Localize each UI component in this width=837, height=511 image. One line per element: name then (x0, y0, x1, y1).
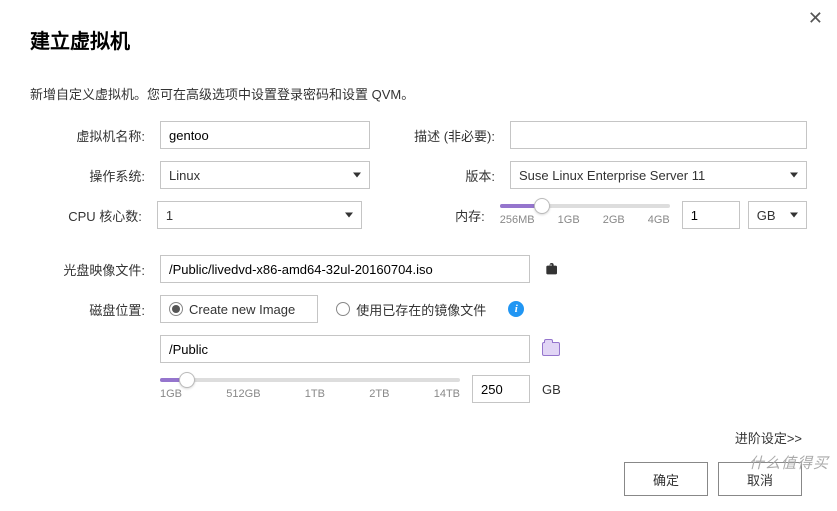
close-icon[interactable]: ✕ (808, 8, 823, 29)
slider-tick: 256MB (500, 214, 535, 226)
os-label: 操作系统: (30, 166, 160, 185)
vm-name-input[interactable] (160, 121, 370, 149)
disk-size-slider[interactable]: 1GB 512GB 1TB 2TB 14TB (160, 378, 460, 400)
slider-tick: 1GB (558, 214, 580, 226)
advanced-settings-link[interactable]: 进阶设定>> (30, 428, 802, 447)
os-select[interactable]: Linux (160, 161, 370, 189)
info-icon[interactable]: i (508, 301, 524, 317)
slider-tick: 2TB (369, 388, 389, 400)
memory-unit-value: GB (757, 208, 776, 223)
cpu-label: CPU 核心数: (30, 206, 157, 225)
cancel-button[interactable]: 取消 (718, 462, 802, 496)
radio-create-new-label: Create new Image (189, 302, 295, 317)
disk-size-unit: GB (542, 382, 561, 397)
dialog-subtitle: 新增自定义虚拟机。您可在高级选项中设置登录密码和设置 QVM。 (30, 84, 807, 103)
disk-size-input[interactable] (472, 375, 530, 403)
memory-label: 内存: (402, 206, 500, 225)
slider-thumb[interactable] (179, 372, 195, 388)
browse-iso-icon[interactable] (542, 260, 560, 278)
description-label: 描述 (非必要): (410, 126, 510, 145)
slider-thumb[interactable] (534, 198, 550, 214)
folder-icon[interactable] (542, 342, 560, 356)
cpu-select[interactable]: 1 (157, 201, 362, 229)
cd-image-input[interactable] (160, 255, 530, 283)
slider-tick: 14TB (434, 388, 460, 400)
slider-tick: 1GB (160, 388, 182, 400)
radio-create-new[interactable]: Create new Image (160, 295, 318, 323)
disk-location-label: 磁盘位置: (30, 300, 160, 319)
slider-tick: 2GB (603, 214, 625, 226)
chevron-down-icon (790, 173, 798, 178)
slider-tick: 512GB (226, 388, 260, 400)
chevron-down-icon (790, 213, 798, 218)
radio-use-existing-label: 使用已存在的镜像文件 (356, 300, 486, 319)
ok-button[interactable]: 确定 (624, 462, 708, 496)
description-input[interactable] (510, 121, 807, 149)
memory-value-input[interactable] (682, 201, 740, 229)
cpu-select-value: 1 (166, 208, 173, 223)
dialog-title: 建立虚拟机 (30, 25, 807, 54)
version-label: 版本: (410, 166, 510, 185)
version-select[interactable]: Suse Linux Enterprise Server 11 (510, 161, 807, 189)
chevron-down-icon (345, 213, 353, 218)
memory-slider[interactable]: 256MB 1GB 2GB 4GB (500, 204, 670, 226)
chevron-down-icon (353, 173, 361, 178)
memory-unit-select[interactable]: GB (748, 201, 807, 229)
version-select-value: Suse Linux Enterprise Server 11 (519, 168, 705, 183)
slider-tick: 4GB (648, 214, 670, 226)
os-select-value: Linux (169, 168, 200, 183)
vm-name-label: 虚拟机名称: (30, 126, 160, 145)
slider-tick: 1TB (305, 388, 325, 400)
disk-path-input[interactable] (160, 335, 530, 363)
cd-image-label: 光盘映像文件: (30, 260, 160, 279)
radio-use-existing[interactable]: 使用已存在的镜像文件 (336, 300, 486, 319)
